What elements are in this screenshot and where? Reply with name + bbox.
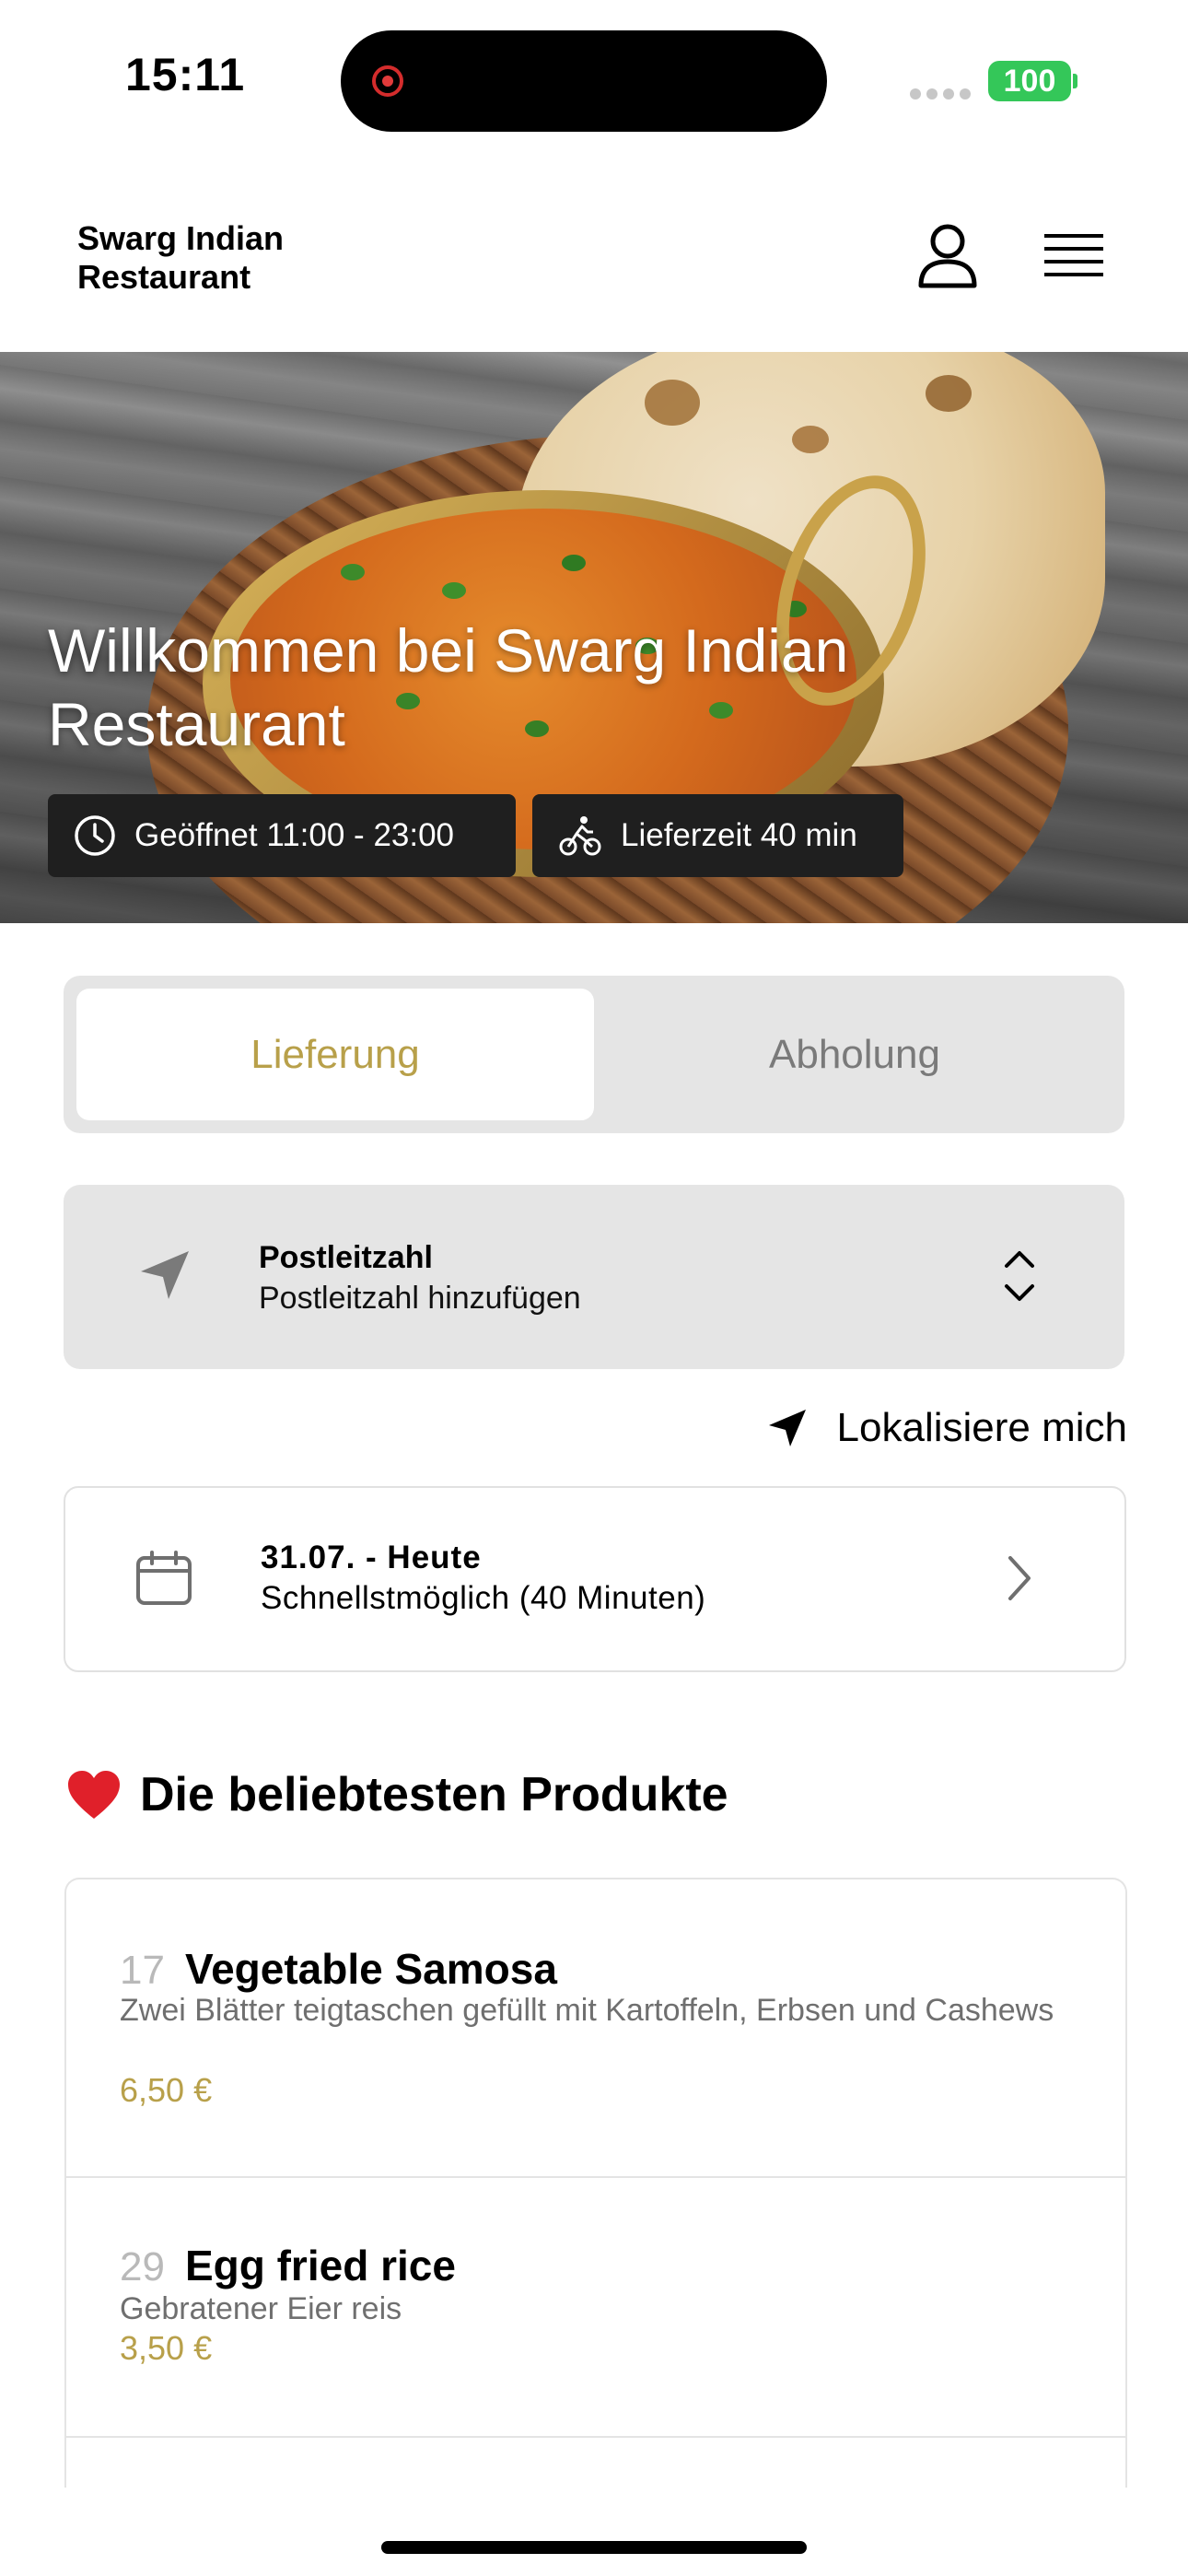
battery-indicator: 100 [988,61,1071,101]
tab-pickup[interactable]: Abholung [596,989,1113,1120]
product-name: Egg fried rice [184,2242,456,2289]
product-name: Vegetable Samosa [184,1945,557,1993]
location-arrow-icon [141,1251,189,1299]
postal-code-value: Postleitzahl hinzufügen [259,1281,581,1316]
popular-products-title: Die beliebtesten Produkte [140,1768,728,1821]
product-number: 29 [120,2244,165,2289]
product-header: 17 Vegetable Samosa [120,1944,557,1994]
product-description: Gebratener Eier reis [120,2291,402,2326]
delivery-date-select[interactable]: 31.07. - Heute Schnellstmöglich (40 Minu… [64,1486,1126,1672]
postal-code-label: Postleitzahl [259,1240,433,1275]
delivery-date-value: Schnellstmöglich (40 Minuten) [261,1580,706,1616]
battery-tip [1073,74,1077,88]
chevron-right-icon [1008,1556,1031,1600]
product-price: 6,50 € [120,2071,213,2109]
clock-icon [75,815,115,856]
calendar-icon [136,1551,192,1605]
home-indicator[interactable] [381,2541,807,2554]
status-time: 15:11 [125,49,246,100]
bicycle-icon [559,816,601,856]
hero-banner: Willkommen bei Swarg Indian Restaurant G… [0,352,1188,923]
product-header: 29 Egg fried rice [120,2241,456,2290]
opening-hours-badge: Geöffnet 11:00 - 23:00 [48,794,516,877]
delivery-date-label: 31.07. - Heute [261,1540,482,1575]
locate-me-label: Lokalisiere mich [836,1405,1127,1450]
heart-icon [68,1771,120,1819]
menu-icon[interactable] [1044,230,1103,282]
tab-delivery[interactable]: Lieferung [76,989,594,1120]
recording-indicator-icon [372,65,403,97]
hero-title: Willkommen bei Swarg Indian Restaurant [48,616,849,758]
product-list: 17 Vegetable Samosa Zwei Blätter teigtas… [64,1878,1127,2488]
product-card[interactable]: 29 Egg fried rice Gebratener Eier reis 3… [66,2178,1125,2438]
status-bar: 15:11 100 [0,0,1188,157]
product-card[interactable]: 17 Vegetable Samosa Zwei Blätter teigtas… [66,1879,1125,2178]
chevron-up-down-icon [1005,1251,1034,1301]
restaurant-name[interactable]: Swarg Indian Restaurant [77,219,390,297]
navigation-arrow-icon [768,1410,806,1446]
user-icon[interactable] [917,223,978,289]
locate-me-button[interactable]: Lokalisiere mich [750,1400,1127,1456]
postal-code-select[interactable]: Postleitzahl Postleitzahl hinzufügen [64,1185,1124,1369]
popular-products-heading: Die beliebtesten Produkte [66,1767,728,1822]
product-number: 17 [120,1948,165,1993]
opening-hours-text: Geöffnet 11:00 - 23:00 [134,817,455,853]
product-description: Zwei Blätter teigtaschen gefüllt mit Kar… [120,1993,1054,2028]
delivery-time-badge: Lieferzeit 40 min [532,794,903,877]
delivery-time-text: Lieferzeit 40 min [621,817,857,853]
product-price: 3,50 € [120,2329,213,2367]
order-mode-tabs: Lieferung Abholung [64,976,1124,1133]
app-header: Swarg Indian Restaurant [0,157,1188,354]
signal-icon [910,88,976,104]
dynamic-island [341,30,827,132]
